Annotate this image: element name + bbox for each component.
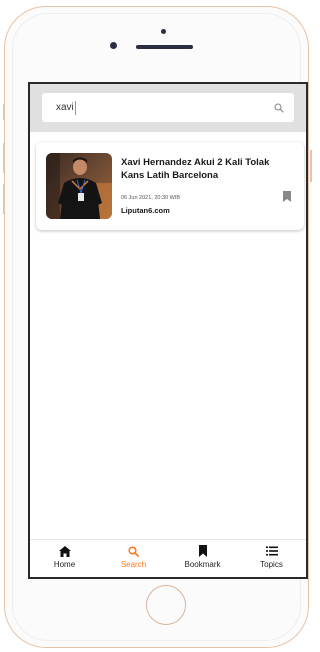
search-query: xavi <box>56 102 74 113</box>
nav-search[interactable]: Search <box>99 540 168 577</box>
bookmark-icon <box>198 545 208 557</box>
nav-bookmark-label: Bookmark <box>184 560 221 569</box>
search-icon <box>128 545 139 557</box>
earpiece-speaker <box>136 45 193 49</box>
app-screen: xavi Xavi Hernandez Akui 2 Kali Tolak Ka… <box>28 82 308 579</box>
volume-down-button <box>3 184 5 214</box>
mute-switch <box>3 104 5 120</box>
text-cursor <box>74 100 76 115</box>
news-date: 06 Jun 2021, 20:30 WIB <box>121 195 181 201</box>
list-icon <box>265 545 278 557</box>
news-thumbnail <box>46 153 112 219</box>
home-button[interactable] <box>146 585 186 625</box>
nav-home-label: Home <box>53 560 76 569</box>
search-input[interactable]: xavi <box>42 93 294 122</box>
bottom-navigation: Home Search Bookmark Topics <box>30 539 306 577</box>
home-icon <box>58 545 71 557</box>
news-source: Liputan6.com <box>121 206 170 215</box>
proximity-sensor <box>161 29 166 34</box>
nav-search-label: Search <box>120 560 147 569</box>
news-result-card[interactable]: Xavi Hernandez Akui 2 Kali Tolak Kans La… <box>36 142 304 230</box>
volume-up-button <box>3 143 5 173</box>
news-title[interactable]: Xavi Hernandez Akui 2 Kali Tolak Kans La… <box>121 156 271 182</box>
search-header: xavi <box>30 84 306 132</box>
search-icon[interactable] <box>274 102 284 113</box>
bookmark-icon[interactable] <box>281 190 293 204</box>
nav-home[interactable]: Home <box>30 540 99 577</box>
nav-topics-label: Topics <box>260 560 283 569</box>
power-button <box>310 150 312 182</box>
nav-topics[interactable]: Topics <box>237 540 306 577</box>
front-camera <box>110 42 117 49</box>
nav-bookmark[interactable]: Bookmark <box>168 540 237 577</box>
